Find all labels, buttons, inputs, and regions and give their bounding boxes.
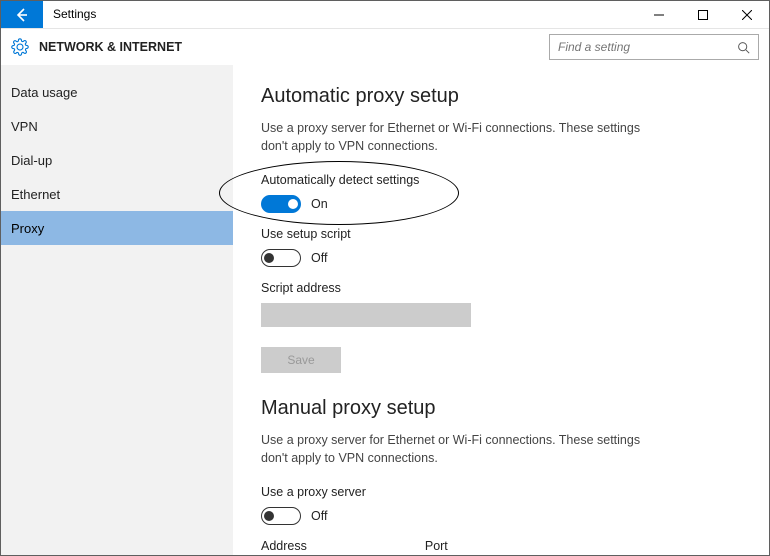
- close-button[interactable]: [725, 1, 769, 28]
- use-proxy-row: Off: [261, 507, 741, 525]
- auto-detect-toggle[interactable]: [261, 195, 301, 213]
- sidebar: Data usage VPN Dial-up Ethernet Proxy: [1, 65, 233, 555]
- section-title-manual: Manual proxy setup: [261, 397, 741, 420]
- script-address-label: Script address: [261, 281, 741, 295]
- sidebar-item-label: Proxy: [11, 221, 44, 236]
- body: Data usage VPN Dial-up Ethernet Proxy Au…: [1, 65, 769, 555]
- search-input[interactable]: [558, 40, 737, 54]
- port-label: Port: [425, 539, 448, 553]
- minimize-icon: [654, 10, 664, 20]
- page-header: NETWORK & INTERNET: [1, 29, 769, 65]
- settings-window: Settings NETWORK & INTERNET Data usage V…: [0, 0, 770, 556]
- toggle-knob-icon: [264, 253, 274, 263]
- search-icon: [737, 41, 750, 54]
- arrow-left-icon: [14, 7, 30, 23]
- script-address-input[interactable]: [261, 303, 471, 327]
- search-box[interactable]: [549, 34, 759, 60]
- titlebar: Settings: [1, 1, 769, 29]
- back-button[interactable]: [1, 1, 43, 28]
- section-desc-manual: Use a proxy server for Ethernet or Wi-Fi…: [261, 432, 661, 467]
- window-title: Settings: [43, 1, 637, 28]
- maximize-button[interactable]: [681, 1, 725, 28]
- use-script-label: Use setup script: [261, 227, 741, 241]
- sidebar-item-label: Data usage: [11, 85, 78, 100]
- use-proxy-toggle[interactable]: [261, 507, 301, 525]
- close-icon: [742, 10, 752, 20]
- use-script-state: Off: [311, 251, 327, 265]
- sidebar-item-ethernet[interactable]: Ethernet: [1, 177, 233, 211]
- section-desc-auto: Use a proxy server for Ethernet or Wi-Fi…: [261, 120, 661, 155]
- content-area: Automatic proxy setup Use a proxy server…: [233, 65, 769, 555]
- address-label: Address: [261, 539, 307, 553]
- section-title-auto: Automatic proxy setup: [261, 85, 741, 108]
- gear-icon: [11, 38, 29, 56]
- use-script-row: Off: [261, 249, 741, 267]
- use-proxy-label: Use a proxy server: [261, 485, 741, 499]
- auto-detect-state: On: [311, 197, 328, 211]
- sidebar-item-label: Dial-up: [11, 153, 52, 168]
- sidebar-item-proxy[interactable]: Proxy: [1, 211, 233, 245]
- save-button[interactable]: Save: [261, 347, 341, 373]
- sidebar-item-label: VPN: [11, 119, 38, 134]
- use-script-toggle[interactable]: [261, 249, 301, 267]
- auto-detect-row: On: [261, 195, 741, 213]
- window-controls: [637, 1, 769, 28]
- minimize-button[interactable]: [637, 1, 681, 28]
- sidebar-item-vpn[interactable]: VPN: [1, 109, 233, 143]
- toggle-knob-icon: [288, 199, 298, 209]
- sidebar-item-data-usage[interactable]: Data usage: [1, 75, 233, 109]
- maximize-icon: [698, 10, 708, 20]
- page-title: NETWORK & INTERNET: [39, 40, 549, 54]
- sidebar-item-label: Ethernet: [11, 187, 60, 202]
- use-proxy-state: Off: [311, 509, 327, 523]
- toggle-knob-icon: [264, 511, 274, 521]
- sidebar-item-dial-up[interactable]: Dial-up: [1, 143, 233, 177]
- address-port-row: Address Port: [261, 539, 741, 555]
- auto-detect-label: Automatically detect settings: [261, 173, 741, 187]
